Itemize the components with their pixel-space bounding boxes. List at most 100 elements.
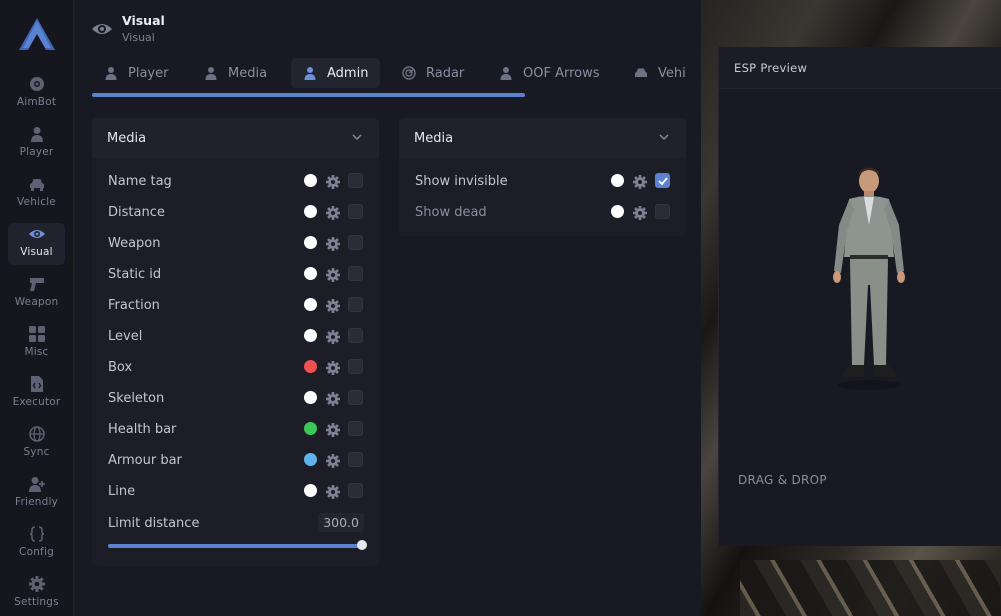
tab-scroll-indicator[interactable] (92, 93, 525, 97)
checkbox[interactable] (348, 204, 363, 219)
checkbox[interactable] (348, 235, 363, 250)
card-header[interactable]: Media (92, 118, 379, 158)
tab-vehicle[interactable]: Vehi (622, 58, 698, 88)
braces-icon (29, 526, 44, 542)
gun-icon (29, 278, 44, 291)
gear-icon[interactable] (326, 453, 340, 468)
card-header[interactable]: Media (399, 118, 686, 158)
sidebar-item-sync[interactable]: Sync (8, 423, 65, 465)
color-picker-swatch[interactable] (304, 236, 317, 249)
checkbox[interactable] (348, 328, 363, 343)
checkbox[interactable] (348, 390, 363, 405)
sidebar-item-misc[interactable]: Misc (8, 323, 65, 365)
preview-header: ESP Preview (719, 47, 1001, 89)
sidebar-item-config[interactable]: Config (8, 523, 65, 565)
sidebar: AimBot Player Vehicle Visual Weapon Misc (0, 0, 74, 616)
option-row: Box (92, 356, 379, 378)
gear-icon[interactable] (326, 174, 340, 189)
option-row: Show invisible (399, 170, 686, 192)
color-picker-swatch[interactable] (611, 205, 624, 218)
sidebar-item-player[interactable]: Player (8, 123, 65, 165)
option-row: Line (92, 480, 379, 502)
limit-distance-value[interactable]: 300.0 (318, 513, 364, 532)
gear-icon (28, 576, 45, 592)
drag-drop-hint: DRAG & DROP (738, 473, 827, 487)
color-picker-swatch[interactable] (611, 174, 624, 187)
slider-thumb[interactable] (357, 540, 367, 550)
gear-icon[interactable] (326, 391, 340, 406)
tab-label: OOF Arrows (523, 65, 600, 81)
gear-icon[interactable] (326, 267, 340, 282)
sidebar-item-visual[interactable]: Visual (8, 223, 65, 265)
option-row: Static id (92, 263, 379, 285)
gear-icon[interactable] (326, 205, 340, 220)
checkbox[interactable] (348, 483, 363, 498)
option-label: Fraction (108, 297, 160, 313)
option-row: Show dead (399, 201, 686, 223)
color-picker-swatch[interactable] (304, 267, 317, 280)
color-picker-swatch[interactable] (304, 391, 317, 404)
option-label: Distance (108, 204, 165, 220)
option-label: Line (108, 483, 136, 499)
gear-icon[interactable] (326, 360, 340, 375)
esp-preview-panel: ESP Preview DRAG & DROP (718, 47, 1001, 546)
sidebar-item-aimbot[interactable]: AimBot (8, 73, 65, 115)
gear-icon[interactable] (326, 329, 340, 344)
gear-icon[interactable] (633, 205, 647, 220)
option-label: Level (108, 328, 143, 344)
tab-media[interactable]: Media (192, 58, 279, 88)
color-picker-swatch[interactable] (304, 329, 317, 342)
tab-oof-arrows[interactable]: OOF Arrows (487, 58, 612, 88)
car-icon (635, 68, 647, 77)
option-label: Armour bar (108, 452, 182, 468)
tab-radar[interactable]: Radar (390, 58, 476, 88)
sidebar-item-label: AimBot (16, 96, 57, 108)
option-row: Armour bar (92, 449, 379, 471)
character-model[interactable] (814, 165, 924, 401)
sidebar-item-label: Config (19, 546, 54, 558)
limit-distance-slider[interactable] (108, 544, 362, 548)
checkbox-checked[interactable] (655, 173, 670, 188)
tab-admin[interactable]: Admin (291, 58, 381, 88)
preview-title: ESP Preview (734, 61, 808, 75)
radar-icon (402, 66, 416, 80)
media-card-left: Media Name tag Distance Weapon Static id Fra… (92, 118, 379, 566)
sidebar-item-label: Weapon (14, 296, 59, 308)
option-row: Weapon (92, 232, 379, 254)
car-icon (29, 179, 44, 191)
color-picker-swatch[interactable] (304, 422, 317, 435)
sidebar-item-friendly[interactable]: Friendly (8, 473, 65, 515)
sidebar-item-label: Vehicle (17, 196, 56, 208)
color-picker-swatch[interactable] (304, 174, 317, 187)
gear-icon[interactable] (326, 484, 340, 499)
tab-label: Admin (327, 65, 369, 81)
option-label: Box (108, 359, 133, 375)
checkbox[interactable] (348, 359, 363, 374)
gear-icon[interactable] (633, 174, 647, 189)
sidebar-item-settings[interactable]: Settings (8, 573, 65, 615)
option-label: Show invisible (415, 173, 508, 189)
checkbox[interactable] (655, 204, 670, 219)
sidebar-item-label: Misc (24, 346, 49, 358)
color-picker-swatch[interactable] (304, 453, 317, 466)
sidebar-item-executor[interactable]: Executor (8, 373, 65, 415)
checkbox[interactable] (348, 173, 363, 188)
gear-icon[interactable] (326, 236, 340, 251)
checkbox[interactable] (348, 266, 363, 281)
checkbox[interactable] (348, 297, 363, 312)
color-picker-swatch[interactable] (304, 298, 317, 311)
game-background-stripes (740, 560, 1000, 616)
color-picker-swatch[interactable] (304, 205, 317, 218)
gear-icon[interactable] (326, 422, 340, 437)
checkbox[interactable] (348, 421, 363, 436)
gear-icon[interactable] (326, 298, 340, 313)
card-title: Media (107, 130, 147, 146)
checkbox[interactable] (348, 452, 363, 467)
option-row: Fraction (92, 294, 379, 316)
color-picker-swatch[interactable] (304, 360, 317, 373)
sidebar-item-weapon[interactable]: Weapon (8, 273, 65, 315)
tab-player[interactable]: Player (92, 58, 180, 88)
color-picker-swatch[interactable] (304, 484, 317, 497)
option-label: Health bar (108, 421, 177, 437)
sidebar-item-vehicle[interactable]: Vehicle (8, 173, 65, 215)
